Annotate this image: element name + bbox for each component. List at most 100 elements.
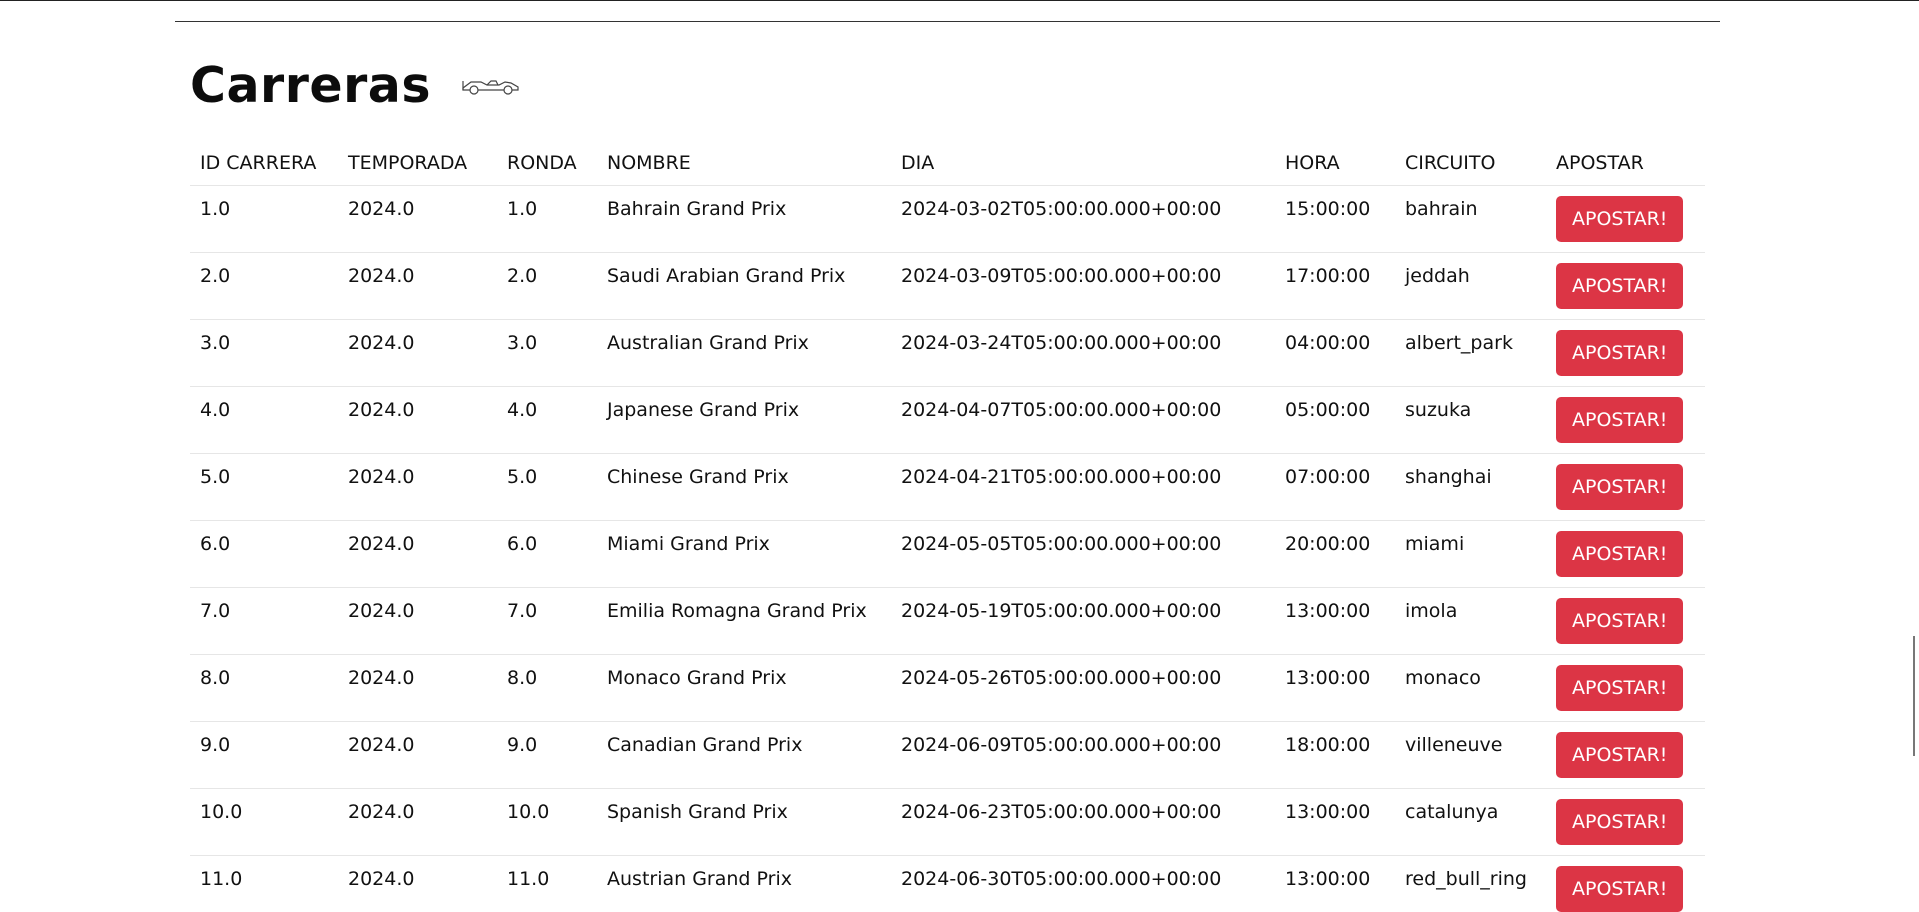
cell-nombre: Australian Grand Prix xyxy=(597,319,891,387)
cell-hora: 15:00:00 xyxy=(1275,185,1395,253)
scrollbar-thumb[interactable] xyxy=(1913,636,1915,756)
table-row: 1.0 2024.0 1.0 Bahrain Grand Prix 2024-03-02… xyxy=(190,185,1705,253)
cell-hora: 05:00:00 xyxy=(1275,386,1395,454)
cell-circuito: miami xyxy=(1395,520,1546,588)
table-row: 7.0 2024.0 7.0 Emilia Romagna Grand Prix 202… xyxy=(190,587,1705,655)
table-row: 6.0 2024.0 6.0 Miami Grand Prix 2024-05-05T0… xyxy=(190,520,1705,588)
cell-temporada: 2024.0 xyxy=(338,185,497,253)
header-hora: HORA xyxy=(1275,140,1395,186)
table-row: 3.0 2024.0 3.0 Australian Grand Prix 2024-03… xyxy=(190,319,1705,387)
table-row: 8.0 2024.0 8.0 Monaco Grand Prix 2024-05-26T… xyxy=(190,654,1705,722)
cell-nombre: Bahrain Grand Prix xyxy=(597,185,891,253)
header-ronda: RONDA xyxy=(497,140,597,186)
cell-id-carrera: 2.0 xyxy=(190,252,338,320)
cell-hora: 13:00:00 xyxy=(1275,654,1395,722)
cell-id-carrera: 7.0 xyxy=(190,587,338,655)
cell-hora: 18:00:00 xyxy=(1275,721,1395,789)
cell-circuito: jeddah xyxy=(1395,252,1546,320)
cell-apostar: APOSTAR! xyxy=(1546,855,1705,912)
table-row: 2.0 2024.0 2.0 Saudi Arabian Grand Prix 2024… xyxy=(190,252,1705,320)
cell-hora: 20:00:00 xyxy=(1275,520,1395,588)
cell-circuito: albert_park xyxy=(1395,319,1546,387)
apostar-button[interactable]: APOSTAR! xyxy=(1556,263,1684,309)
races-table: ID CARRERA TEMPORADA RONDA NOMBRE DIA HO… xyxy=(190,140,1705,912)
cell-temporada: 2024.0 xyxy=(338,654,497,722)
cell-dia: 2024-04-07T05:00:00.000+00:00 xyxy=(891,386,1275,454)
cell-nombre: Austrian Grand Prix xyxy=(597,855,891,912)
cell-id-carrera: 3.0 xyxy=(190,319,338,387)
cell-apostar: APOSTAR! xyxy=(1546,319,1705,387)
header-nombre: NOMBRE xyxy=(597,140,891,186)
cell-apostar: APOSTAR! xyxy=(1546,587,1705,655)
cell-nombre: Monaco Grand Prix xyxy=(597,654,891,722)
cell-circuito: imola xyxy=(1395,587,1546,655)
cell-ronda: 9.0 xyxy=(497,721,597,789)
cell-apostar: APOSTAR! xyxy=(1546,252,1705,320)
cell-dia: 2024-05-19T05:00:00.000+00:00 xyxy=(891,587,1275,655)
cell-ronda: 11.0 xyxy=(497,855,597,912)
cell-ronda: 6.0 xyxy=(497,520,597,588)
cell-hora: 13:00:00 xyxy=(1275,855,1395,912)
apostar-button[interactable]: APOSTAR! xyxy=(1556,196,1684,242)
cell-dia: 2024-03-24T05:00:00.000+00:00 xyxy=(891,319,1275,387)
cell-dia: 2024-05-26T05:00:00.000+00:00 xyxy=(891,654,1275,722)
cell-apostar: APOSTAR! xyxy=(1546,520,1705,588)
cell-circuito: suzuka xyxy=(1395,386,1546,454)
cell-id-carrera: 8.0 xyxy=(190,654,338,722)
cell-temporada: 2024.0 xyxy=(338,520,497,588)
cell-dia: 2024-05-05T05:00:00.000+00:00 xyxy=(891,520,1275,588)
f1-car-icon xyxy=(461,73,521,97)
cell-id-carrera: 4.0 xyxy=(190,386,338,454)
cell-circuito: catalunya xyxy=(1395,788,1546,856)
apostar-button[interactable]: APOSTAR! xyxy=(1556,799,1684,845)
cell-dia: 2024-06-09T05:00:00.000+00:00 xyxy=(891,721,1275,789)
cell-circuito: shanghai xyxy=(1395,453,1546,521)
apostar-button[interactable]: APOSTAR! xyxy=(1556,464,1684,510)
apostar-button[interactable]: APOSTAR! xyxy=(1556,866,1684,912)
cell-apostar: APOSTAR! xyxy=(1546,788,1705,856)
cell-ronda: 7.0 xyxy=(497,587,597,655)
cell-apostar: APOSTAR! xyxy=(1546,654,1705,722)
cell-id-carrera: 11.0 xyxy=(190,855,338,912)
apostar-button[interactable]: APOSTAR! xyxy=(1556,598,1684,644)
cell-temporada: 2024.0 xyxy=(338,252,497,320)
cell-nombre: Miami Grand Prix xyxy=(597,520,891,588)
cell-id-carrera: 6.0 xyxy=(190,520,338,588)
cell-id-carrera: 5.0 xyxy=(190,453,338,521)
cell-circuito: villeneuve xyxy=(1395,721,1546,789)
cell-id-carrera: 1.0 xyxy=(190,185,338,253)
apostar-button[interactable]: APOSTAR! xyxy=(1556,397,1684,443)
cell-hora: 07:00:00 xyxy=(1275,453,1395,521)
cell-ronda: 4.0 xyxy=(497,386,597,454)
cell-apostar: APOSTAR! xyxy=(1546,721,1705,789)
cell-nombre: Spanish Grand Prix xyxy=(597,788,891,856)
cell-nombre: Canadian Grand Prix xyxy=(597,721,891,789)
main-container: Carreras ID CARRERA TEMPORADA RONDA NOMB… xyxy=(175,0,1720,912)
cell-dia: 2024-06-23T05:00:00.000+00:00 xyxy=(891,788,1275,856)
cell-nombre: Chinese Grand Prix xyxy=(597,453,891,521)
header-dia: DIA xyxy=(891,140,1275,186)
cell-temporada: 2024.0 xyxy=(338,587,497,655)
table-row: 4.0 2024.0 4.0 Japanese Grand Prix 2024-04-0… xyxy=(190,386,1705,454)
cell-ronda: 3.0 xyxy=(497,319,597,387)
cell-dia: 2024-06-30T05:00:00.000+00:00 xyxy=(891,855,1275,912)
cell-id-carrera: 10.0 xyxy=(190,788,338,856)
table-row: 10.0 2024.0 10.0 Spanish Grand Prix 2024-06-… xyxy=(190,788,1705,856)
cell-nombre: Saudi Arabian Grand Prix xyxy=(597,252,891,320)
cell-nombre: Emilia Romagna Grand Prix xyxy=(597,587,891,655)
cell-id-carrera: 9.0 xyxy=(190,721,338,789)
cell-nombre: Japanese Grand Prix xyxy=(597,386,891,454)
apostar-button[interactable]: APOSTAR! xyxy=(1556,732,1684,778)
apostar-button[interactable]: APOSTAR! xyxy=(1556,531,1684,577)
cell-hora: 04:00:00 xyxy=(1275,319,1395,387)
cell-ronda: 2.0 xyxy=(497,252,597,320)
header-id-carrera: ID CARRERA xyxy=(190,140,338,186)
apostar-button[interactable]: APOSTAR! xyxy=(1556,665,1684,711)
cell-ronda: 8.0 xyxy=(497,654,597,722)
cell-hora: 13:00:00 xyxy=(1275,587,1395,655)
table-row: 9.0 2024.0 9.0 Canadian Grand Prix 2024-06-0… xyxy=(190,721,1705,789)
header-temporada: TEMPORADA xyxy=(338,140,497,186)
header-divider xyxy=(175,21,1720,22)
apostar-button[interactable]: APOSTAR! xyxy=(1556,330,1684,376)
cell-temporada: 2024.0 xyxy=(338,721,497,789)
